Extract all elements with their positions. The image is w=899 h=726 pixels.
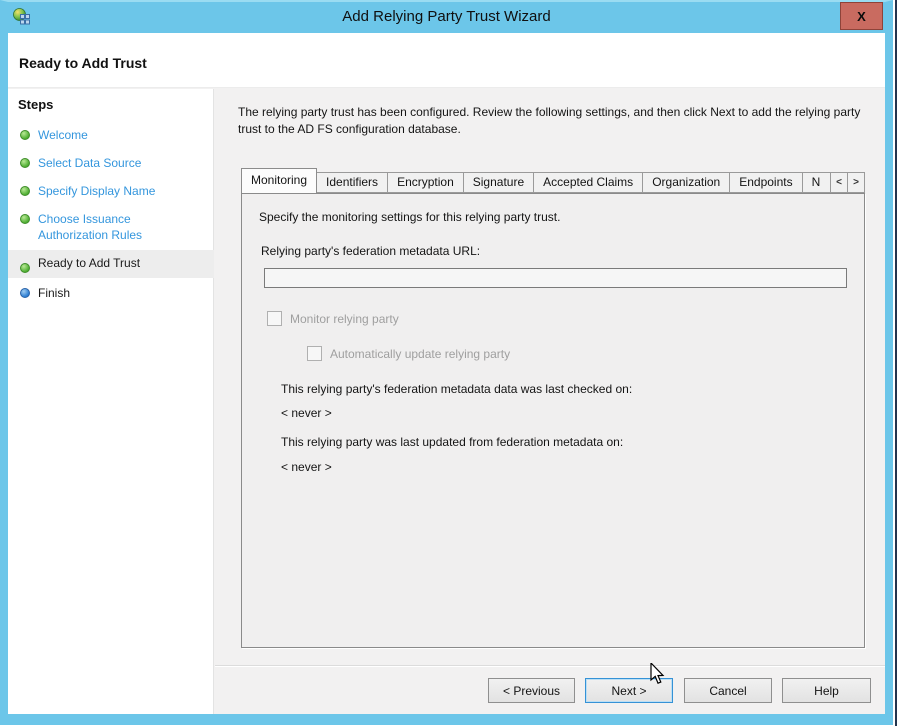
sidebar-item-ready-to-add-trust[interactable]: Ready to Add Trust (8, 250, 214, 278)
window-title: Add Relying Party Trust Wizard (8, 8, 885, 25)
close-icon: X (857, 9, 866, 24)
page-title: Ready to Add Trust (19, 55, 147, 71)
main-panel: The relying party trust has been configu… (215, 89, 885, 714)
step-done-icon (20, 263, 30, 273)
tab-organization[interactable]: Organization (643, 172, 730, 193)
step-done-icon (20, 214, 30, 224)
close-button[interactable]: X (840, 2, 883, 30)
footer-separator (215, 665, 885, 667)
sidebar-item-label: Ready to Add Trust (38, 255, 140, 271)
tab-monitoring[interactable]: Monitoring (241, 168, 317, 193)
tab-encryption[interactable]: Encryption (388, 172, 464, 193)
tab-scroll-right-button[interactable]: > (848, 172, 865, 193)
help-button[interactable]: Help (782, 678, 871, 703)
last-checked-label: This relying party's federation metadata… (281, 382, 632, 396)
federation-metadata-url-label: Relying party's federation metadata URL: (261, 244, 480, 258)
monitor-relying-party-checkbox[interactable] (267, 311, 282, 326)
cancel-button[interactable]: Cancel (684, 678, 772, 703)
sidebar-item-label: Welcome (38, 127, 88, 143)
monitor-relying-party-row: Monitor relying party (267, 311, 399, 326)
step-done-icon (20, 130, 30, 140)
mouse-cursor (650, 663, 666, 690)
background-window-edge (893, 0, 899, 726)
tab-strip: Monitoring Identifiers Encryption Signat… (241, 168, 865, 193)
wizard-window: Add Relying Party Trust Wizard X Ready t… (0, 0, 893, 725)
sidebar-item-select-data-source[interactable]: Select Data Source (8, 155, 214, 171)
sidebar-item-label: Select Data Source (38, 155, 141, 171)
sidebar-item-label: Choose Issuance Authorization Rules (38, 211, 158, 243)
sidebar-item-label: Finish (38, 285, 70, 301)
monitoring-tab-panel: Specify the monitoring settings for this… (241, 193, 865, 648)
auto-update-relying-party-checkbox[interactable] (307, 346, 322, 361)
auto-update-relying-party-row: Automatically update relying party (307, 346, 510, 361)
tab-signature[interactable]: Signature (464, 172, 534, 193)
tab-notes-truncated[interactable]: N (803, 172, 831, 193)
sidebar-item-finish[interactable]: Finish (8, 285, 214, 301)
tab-endpoints[interactable]: Endpoints (730, 172, 802, 193)
page-description: The relying party trust has been configu… (238, 104, 883, 138)
sidebar-item-specify-display-name[interactable]: Specify Display Name (8, 183, 214, 199)
last-updated-value: < never > (281, 460, 332, 474)
tab-accepted-claims[interactable]: Accepted Claims (534, 172, 643, 193)
previous-button[interactable]: < Previous (488, 678, 575, 703)
sidebar-item-choose-issuance-authorization-rules[interactable]: Choose Issuance Authorization Rules (8, 211, 214, 243)
step-done-icon (20, 158, 30, 168)
screen: Add Relying Party Trust Wizard X Ready t… (0, 0, 899, 726)
step-pending-icon (20, 288, 30, 298)
window-body: Ready to Add Trust Steps Welcome Select … (8, 33, 885, 714)
checkbox-label: Automatically update relying party (330, 347, 510, 361)
tab-scroll-left-button[interactable]: < (831, 172, 848, 193)
titlebar: Add Relying Party Trust Wizard X (8, 2, 885, 33)
settings-tab-control: Monitoring Identifiers Encryption Signat… (241, 168, 865, 648)
federation-metadata-url-input[interactable] (264, 268, 847, 288)
sidebar-item-welcome[interactable]: Welcome (8, 127, 214, 143)
monitoring-intro-text: Specify the monitoring settings for this… (259, 210, 560, 224)
checkbox-label: Monitor relying party (290, 312, 399, 326)
sidebar-item-label: Specify Display Name (38, 183, 155, 199)
tab-identifiers[interactable]: Identifiers (317, 172, 388, 193)
last-checked-value: < never > (281, 406, 332, 420)
steps-sidebar: Steps Welcome Select Data Source Specify… (8, 89, 214, 714)
page-header: Ready to Add Trust (8, 33, 885, 88)
last-updated-label: This relying party was last updated from… (281, 435, 623, 449)
step-done-icon (20, 186, 30, 196)
steps-heading: Steps (18, 97, 53, 112)
